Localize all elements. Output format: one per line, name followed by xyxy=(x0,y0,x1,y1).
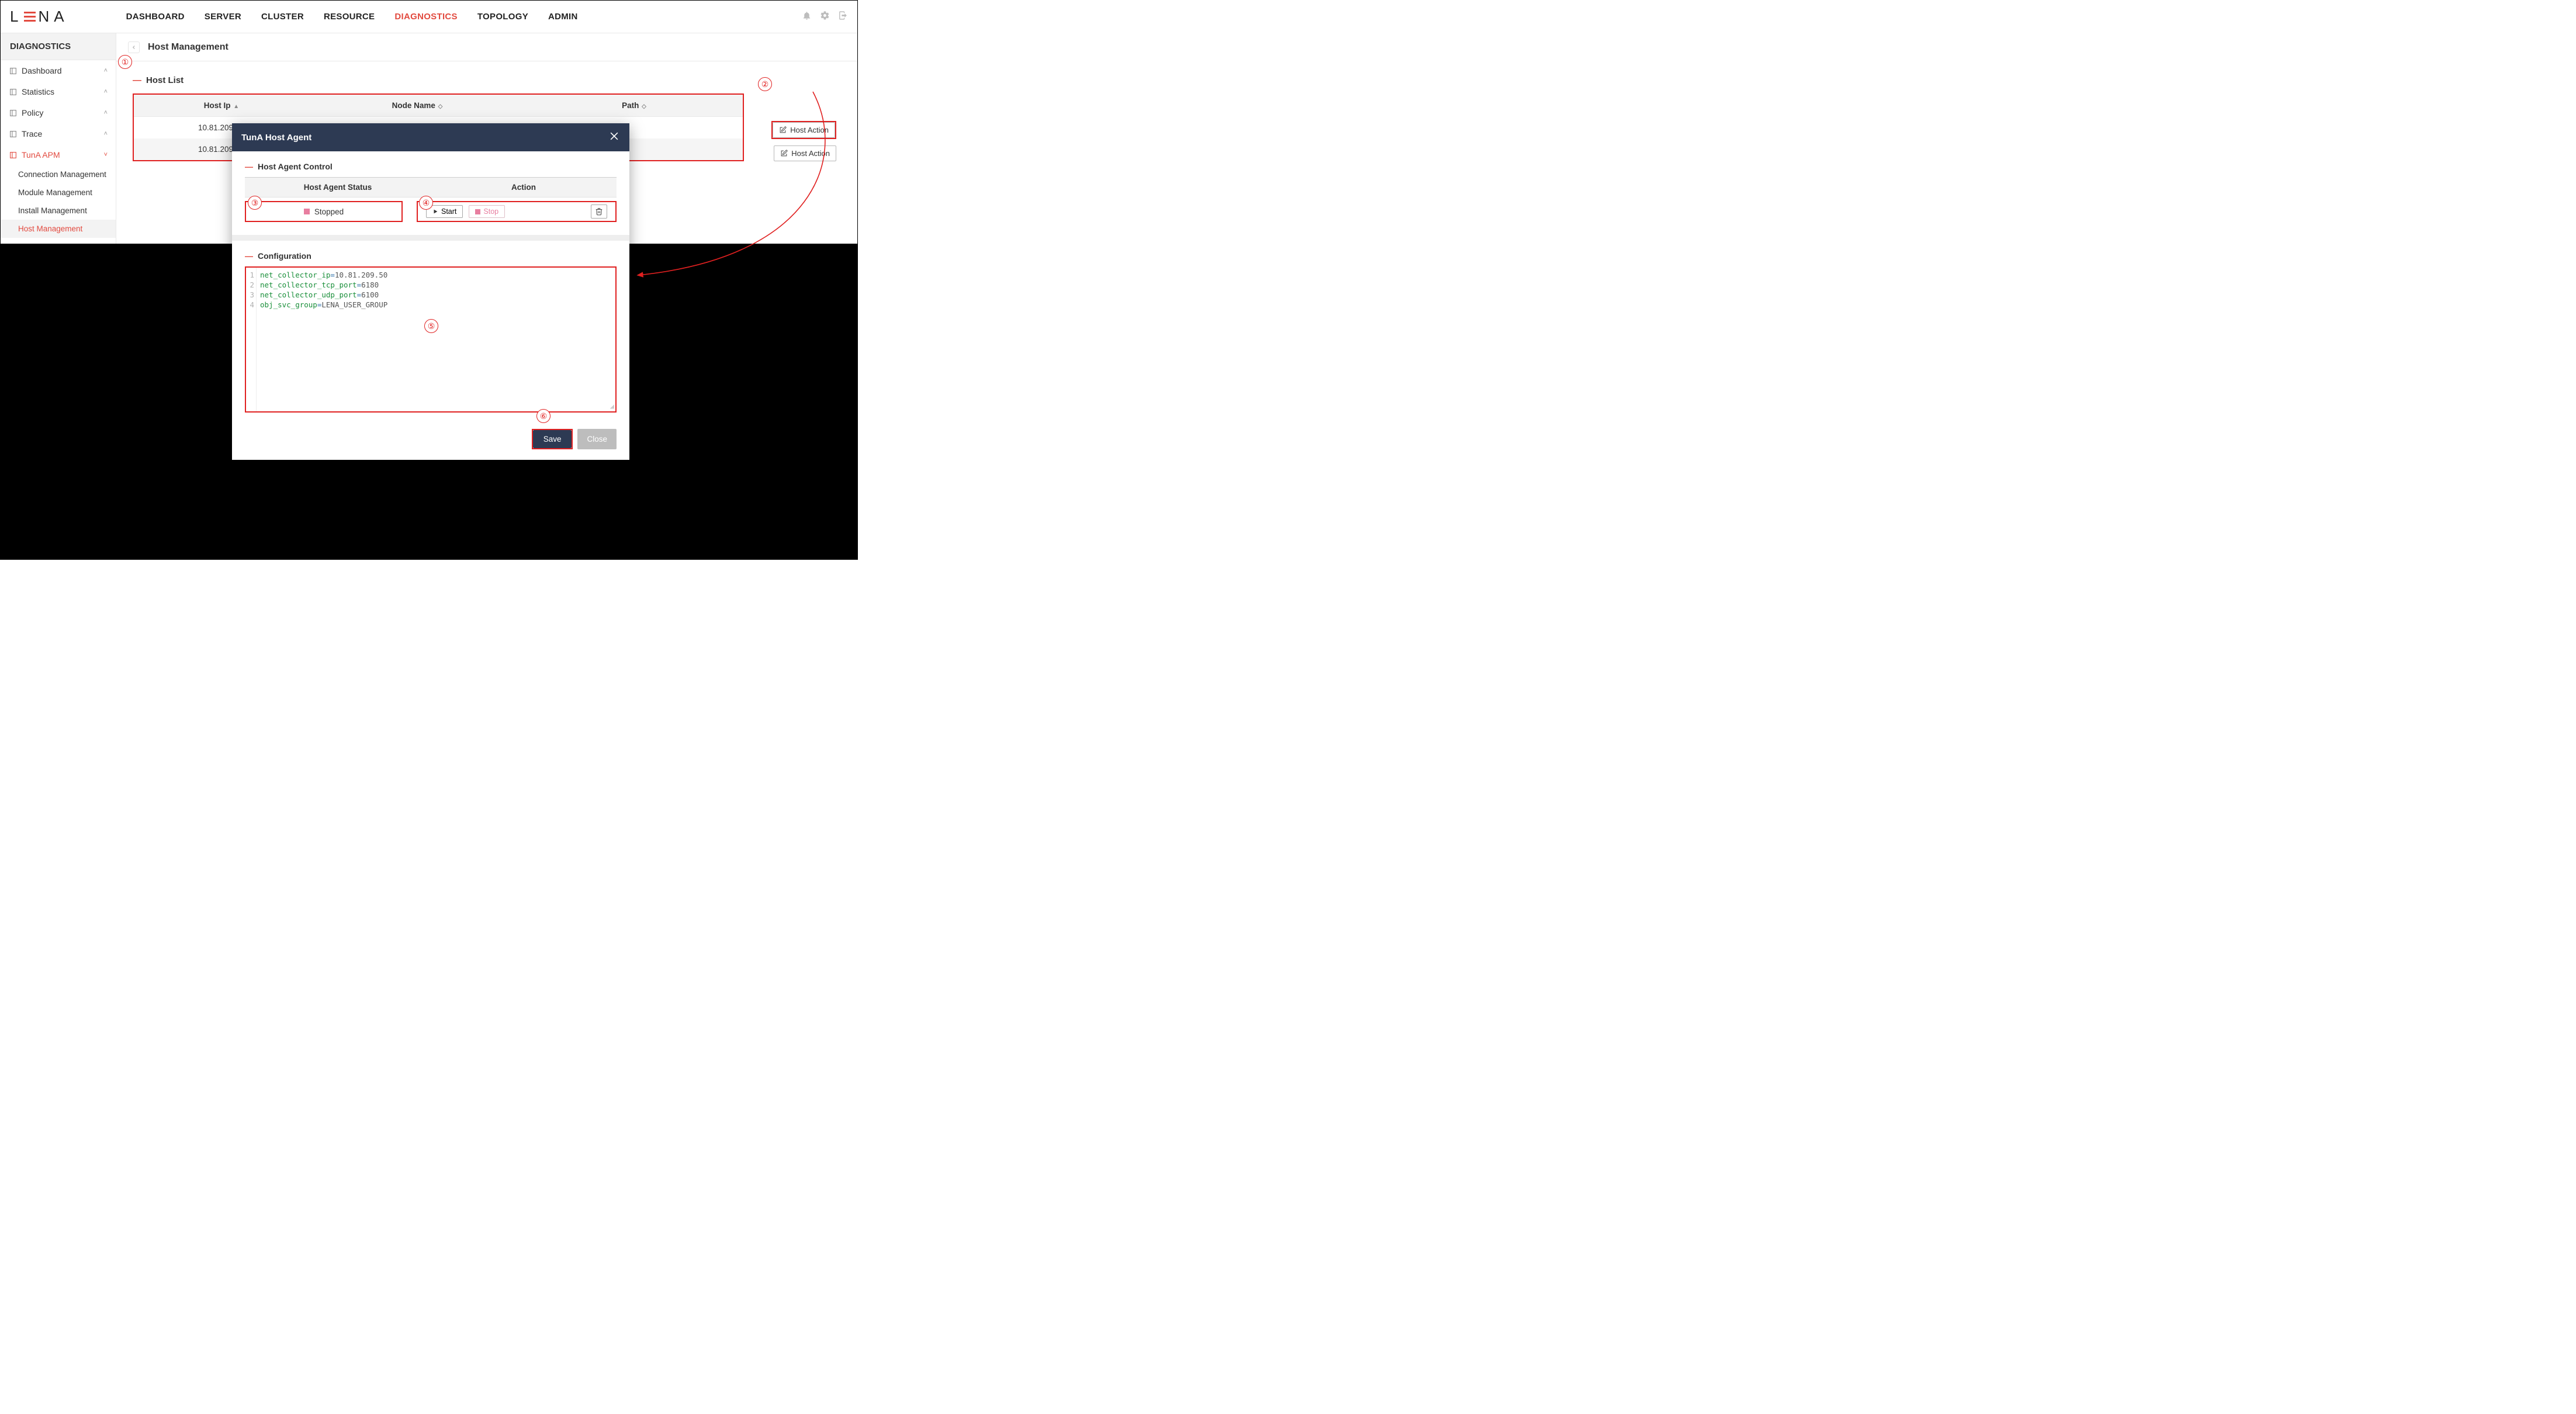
status-box: Stopped xyxy=(245,201,403,222)
modal-body: — Host Agent Control Host Agent Status A… xyxy=(232,151,629,422)
sidebar-sub-connection[interactable]: Connection Management xyxy=(1,165,116,183)
col-host-ip[interactable]: Host Ip ▲ xyxy=(134,95,309,117)
host-list-title: — Host List xyxy=(133,75,841,85)
col-status: Host Agent Status xyxy=(245,178,431,197)
gear-icon[interactable] xyxy=(820,11,830,23)
chevron-up-icon: ˄ xyxy=(104,109,108,116)
nav-resource[interactable]: RESOURCE xyxy=(324,12,375,22)
line-gutter: 1234 xyxy=(246,268,257,411)
close-icon[interactable] xyxy=(608,130,620,144)
bell-icon[interactable] xyxy=(802,11,812,23)
sidebar-item-trace[interactable]: Trace ˄ xyxy=(1,123,116,144)
chevron-up-icon: ˄ xyxy=(104,67,108,74)
nav-topology[interactable]: TOPOLOGY xyxy=(477,12,528,22)
control-table: Host Agent Status Action Stopped Start xyxy=(245,177,617,227)
sidebar-sub-install[interactable]: Install Management xyxy=(1,202,116,220)
nav-server[interactable]: SERVER xyxy=(205,12,241,22)
chevron-down-icon: ˅ xyxy=(104,151,108,158)
dash-icon: — xyxy=(245,162,253,171)
sidebar-sub-module[interactable]: Module Management xyxy=(1,183,116,202)
nav-admin[interactable]: ADMIN xyxy=(548,12,578,22)
trash-icon xyxy=(595,207,603,216)
page-title: Host Management xyxy=(148,42,228,53)
sidebar: DIAGNOSTICS Dashboard ˄ Statistics ˄ Pol… xyxy=(1,33,116,244)
modal-header: TunA Host Agent xyxy=(232,123,629,151)
modal-title: TunA Host Agent xyxy=(241,133,311,143)
brand-logo: L N A xyxy=(10,8,68,26)
host-agent-control-title: — Host Agent Control xyxy=(245,162,617,171)
stop-button[interactable]: Stop xyxy=(469,205,505,218)
config-editor[interactable]: 1234 net_collector_ip=10.81.209.50 net_c… xyxy=(245,266,617,413)
sidebar-item-statistics[interactable]: Statistics ˄ xyxy=(1,81,116,102)
action-box: Start Stop xyxy=(417,201,617,222)
start-button[interactable]: Start xyxy=(426,205,463,218)
sidebar-title: DIAGNOSTICS xyxy=(1,33,116,60)
panel-icon xyxy=(9,67,17,75)
host-action-frame: Host Action xyxy=(771,121,836,139)
col-path[interactable]: Path ◇ xyxy=(525,95,743,117)
edit-icon xyxy=(779,126,787,134)
configuration-title: — Configuration xyxy=(245,251,617,261)
chevron-up-icon: ˄ xyxy=(104,130,108,137)
save-button[interactable]: Save xyxy=(533,430,572,448)
logo-bars-icon xyxy=(24,12,36,22)
stopped-indicator-icon xyxy=(304,209,310,214)
play-icon xyxy=(432,209,438,214)
host-action-button[interactable]: Host Action xyxy=(774,145,836,161)
col-node-name[interactable]: Node Name ◇ xyxy=(309,95,525,117)
delete-button[interactable] xyxy=(591,205,607,219)
sidebar-item-dashboard[interactable]: Dashboard ˄ xyxy=(1,60,116,81)
separator xyxy=(232,235,629,241)
panel-icon xyxy=(9,88,17,96)
dash-icon: — xyxy=(245,251,253,261)
chevron-up-icon: ˄ xyxy=(104,88,108,95)
control-row: Stopped Start Stop xyxy=(245,197,617,227)
control-table-head: Host Agent Status Action xyxy=(245,178,617,197)
host-agent-modal: TunA Host Agent — Host Agent Control Hos… xyxy=(232,123,629,460)
stop-icon xyxy=(475,209,480,214)
sort-asc-icon: ▲ xyxy=(232,103,240,110)
panel-icon xyxy=(9,109,17,117)
sort-icon: ◇ xyxy=(640,103,646,110)
host-action-button[interactable]: Host Action xyxy=(773,122,835,138)
save-frame: Save xyxy=(532,429,573,449)
action-column: Host Action Host Action xyxy=(753,93,841,165)
status-text: Stopped xyxy=(314,207,344,216)
logout-icon[interactable] xyxy=(838,11,848,23)
nav-diagnostics[interactable]: DIAGNOSTICS xyxy=(394,12,457,22)
back-button[interactable] xyxy=(128,41,140,53)
page-root: L N A DASHBOARD SERVER CLUSTER RESOURCE … xyxy=(0,0,858,560)
nav-utility xyxy=(802,11,848,23)
sort-icon: ◇ xyxy=(437,103,442,110)
close-button[interactable]: Close xyxy=(577,429,617,449)
code-area[interactable]: net_collector_ip=10.81.209.50 net_collec… xyxy=(257,268,615,411)
top-nav: L N A DASHBOARD SERVER CLUSTER RESOURCE … xyxy=(1,1,857,33)
edit-icon xyxy=(780,150,788,157)
panel-icon xyxy=(9,151,17,159)
nav-cluster[interactable]: CLUSTER xyxy=(261,12,304,22)
page-header: Host Management xyxy=(116,33,857,61)
panel-icon xyxy=(9,130,17,138)
sidebar-sub-host[interactable]: Host Management xyxy=(1,220,116,238)
modal-footer: Save Close xyxy=(232,422,629,460)
sidebar-item-policy[interactable]: Policy ˄ xyxy=(1,102,116,123)
col-action: Action xyxy=(431,178,617,197)
primary-nav: DASHBOARD SERVER CLUSTER RESOURCE DIAGNO… xyxy=(126,12,578,22)
nav-dashboard[interactable]: DASHBOARD xyxy=(126,12,185,22)
sidebar-item-tuna-apm[interactable]: TunA APM ˅ xyxy=(1,144,116,165)
dash-icon: — xyxy=(133,75,141,85)
